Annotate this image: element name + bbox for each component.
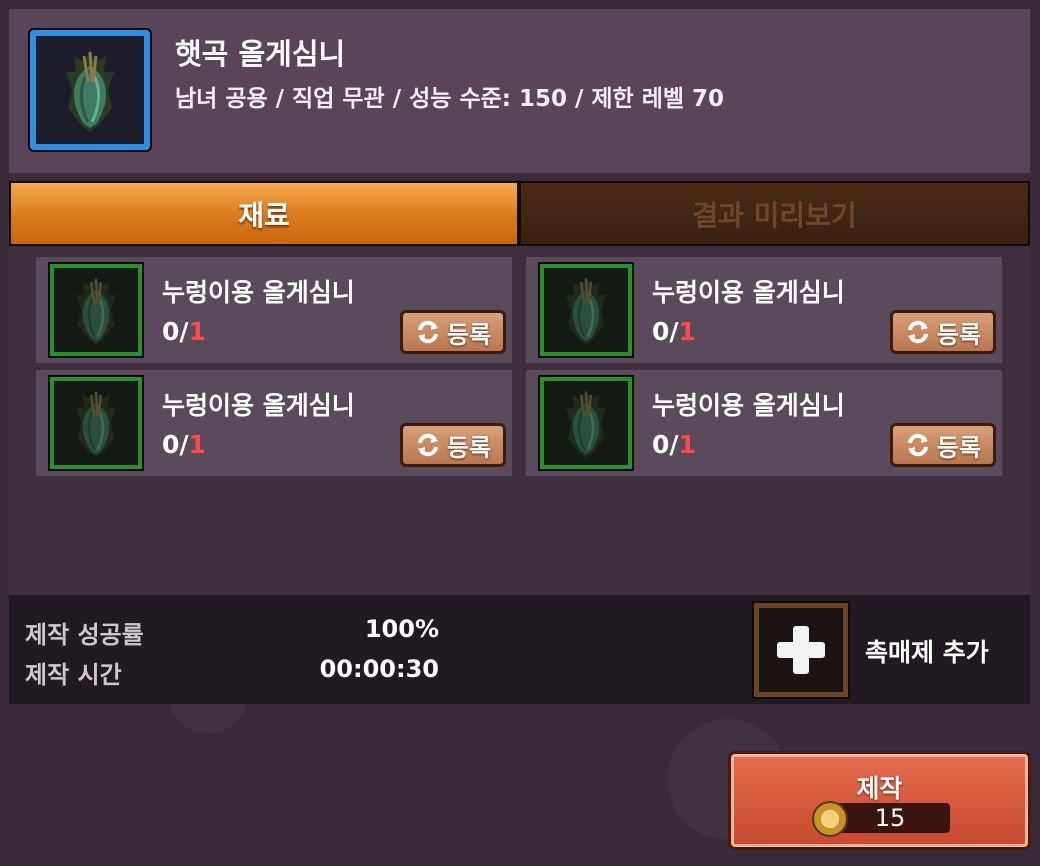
material-need: 1 (678, 317, 696, 346)
material-name: 누렁이용 올게심니 (162, 278, 355, 307)
material-icon-frame[interactable] (540, 264, 632, 356)
craft-label: 제작 (856, 774, 903, 803)
refresh-icon (907, 320, 928, 344)
register-button[interactable]: 등록 (400, 310, 506, 354)
craft-time-label: 제작 시간 (25, 661, 122, 689)
success-rate-value: 100% (364, 615, 439, 643)
material-slot: 누렁이용 올게심니 0/1 등록 (526, 257, 1002, 363)
material-need: 1 (188, 430, 206, 459)
register-label: 등록 (936, 433, 982, 462)
refresh-icon (417, 320, 438, 344)
craft-stats-panel: 제작 성공률 100% 제작 시간 00:00:30 촉매제 추가 (9, 595, 1030, 704)
material-count: 0/1 (162, 317, 206, 346)
material-name: 누렁이용 올게심니 (652, 278, 845, 307)
catalyst-slot[interactable] (754, 603, 848, 697)
craft-button[interactable]: 제작 15 (731, 754, 1028, 847)
material-have: 0/ (652, 430, 679, 459)
material-count: 0/1 (652, 317, 696, 346)
craft-time-value: 00:00:30 (319, 655, 439, 683)
register-button[interactable]: 등록 (890, 310, 996, 354)
refresh-icon (417, 433, 438, 457)
material-have: 0/ (162, 317, 189, 346)
material-name: 누렁이용 올게심니 (652, 391, 845, 420)
register-label: 등록 (446, 320, 492, 349)
material-count: 0/1 (652, 430, 696, 459)
material-have: 0/ (652, 317, 679, 346)
craft-cost: 15 (830, 803, 950, 833)
refresh-icon (907, 433, 928, 457)
tab-result-preview[interactable]: 결과 미리보기 (519, 181, 1030, 246)
register-button[interactable]: 등록 (400, 423, 506, 467)
coin-icon (812, 801, 848, 837)
item-header: 햇곡 올게심니 남녀 공용 / 직업 무관 / 성능 수준: 150 / 제한 … (9, 9, 1030, 173)
material-icon-frame[interactable] (540, 377, 632, 469)
material-slot: 누렁이용 올게심니 0/1 등록 (36, 370, 512, 476)
materials-panel: 누렁이용 올게심니 0/1 등록 누렁이용 올게심니 0/1 등록 누렁이용 올… (9, 247, 1030, 595)
material-need: 1 (678, 430, 696, 459)
item-icon-frame[interactable] (30, 30, 150, 150)
leaf-material-icon (74, 388, 118, 459)
leaf-material-icon (564, 275, 608, 346)
register-button[interactable]: 등록 (890, 423, 996, 467)
material-icon-frame[interactable] (50, 264, 142, 356)
leaf-item-icon (64, 48, 116, 134)
material-have: 0/ (162, 430, 189, 459)
material-name: 누렁이용 올게심니 (162, 391, 355, 420)
material-need: 1 (188, 317, 206, 346)
tab-materials[interactable]: 재료 (9, 181, 519, 246)
item-title: 햇곡 올게심니 (175, 37, 346, 71)
leaf-material-icon (564, 388, 608, 459)
success-rate-label: 제작 성공률 (25, 621, 144, 649)
material-count: 0/1 (162, 430, 206, 459)
plus-icon (777, 626, 825, 674)
material-slot: 누렁이용 올게심니 0/1 등록 (36, 257, 512, 363)
leaf-material-icon (74, 275, 118, 346)
register-label: 등록 (446, 433, 492, 462)
catalyst-label: 촉매제 추가 (865, 638, 989, 667)
material-slot: 누렁이용 올게심니 0/1 등록 (526, 370, 1002, 476)
register-label: 등록 (936, 320, 982, 349)
material-icon-frame[interactable] (50, 377, 142, 469)
item-subtitle: 남녀 공용 / 직업 무관 / 성능 수준: 150 / 제한 레벨 70 (175, 86, 725, 112)
